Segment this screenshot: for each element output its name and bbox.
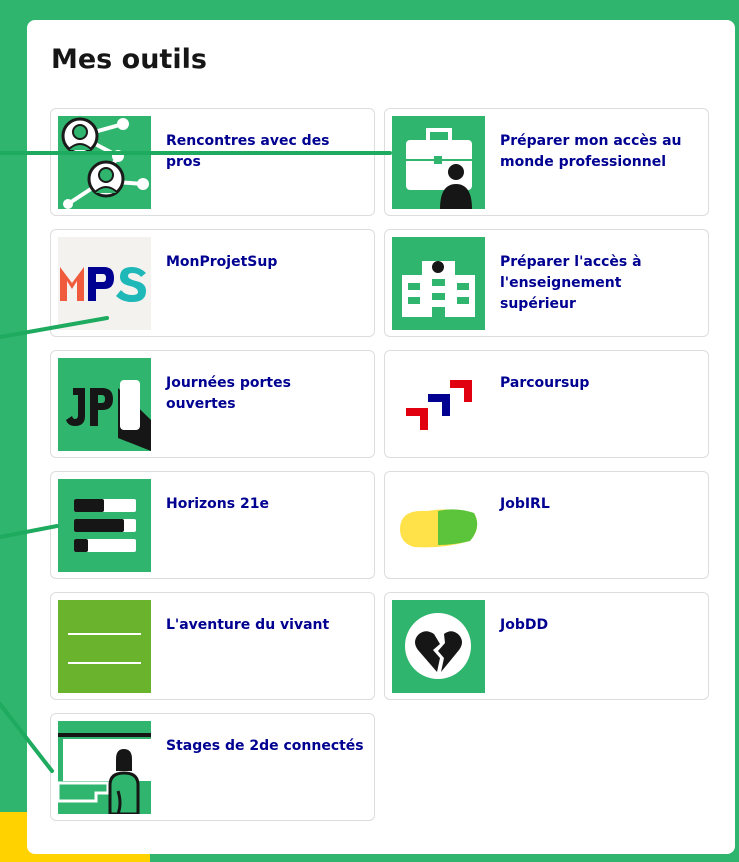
briefcase-person-icon bbox=[392, 116, 485, 209]
tool-label: Rencontres avec des pros bbox=[166, 133, 330, 170]
tool-label: L'aventure du vivant bbox=[166, 617, 330, 633]
tool-label: Horizons 21e bbox=[166, 496, 269, 512]
tool-label: JobIRL bbox=[500, 496, 550, 512]
internship-person-icon bbox=[58, 721, 151, 814]
tool-label: Stages de 2de connectés bbox=[166, 738, 364, 754]
tool-card-monprojetsup[interactable]: MonProjetSup bbox=[50, 229, 375, 337]
tool-card-jobirl[interactable]: JobIRL bbox=[384, 471, 709, 579]
tool-label: Préparer mon accès au monde professionne… bbox=[500, 133, 682, 170]
tool-card-journees-portes-ouvertes[interactable]: Journées portes ouvertes bbox=[50, 350, 375, 458]
tool-card-parcoursup[interactable]: Parcoursup bbox=[384, 350, 709, 458]
tool-card-stages-2de-connectes[interactable]: Stages de 2de connectés bbox=[50, 713, 375, 821]
tool-card-jobdd[interactable]: JobDD bbox=[384, 592, 709, 700]
university-building-icon bbox=[392, 237, 485, 330]
jobirl-logo bbox=[392, 479, 485, 572]
tool-label: Préparer l'accès à l'enseignement supéri… bbox=[500, 254, 642, 312]
tool-card-horizons-21e[interactable]: Horizons 21e bbox=[50, 471, 375, 579]
tool-card-aventure-du-vivant[interactable]: L'aventure du vivant bbox=[50, 592, 375, 700]
horizons-bars-icon bbox=[58, 479, 151, 572]
tool-card-preparer-monde-pro[interactable]: Préparer mon accès au monde professionne… bbox=[384, 108, 709, 216]
tool-label: Parcoursup bbox=[500, 375, 590, 391]
tool-card-preparer-enseignement-sup[interactable]: Préparer l'accès à l'enseignement supéri… bbox=[384, 229, 709, 337]
aventure-du-vivant-logo bbox=[58, 600, 151, 693]
broken-heart-icon bbox=[392, 600, 485, 693]
tools-panel: Mes outils Rencontres avec des pros Prép… bbox=[27, 20, 735, 854]
professionals-network-icon bbox=[58, 116, 151, 209]
tool-card-rencontres-pros[interactable]: Rencontres avec des pros bbox=[50, 108, 375, 216]
tool-label: JobDD bbox=[500, 617, 549, 633]
mps-logo bbox=[58, 237, 151, 330]
panel-title: Mes outils bbox=[51, 44, 207, 75]
parcoursup-logo bbox=[392, 358, 485, 451]
jpo-open-door-icon bbox=[58, 358, 151, 451]
tool-label: Journées portes ouvertes bbox=[166, 375, 291, 412]
tool-label: MonProjetSup bbox=[166, 254, 278, 270]
